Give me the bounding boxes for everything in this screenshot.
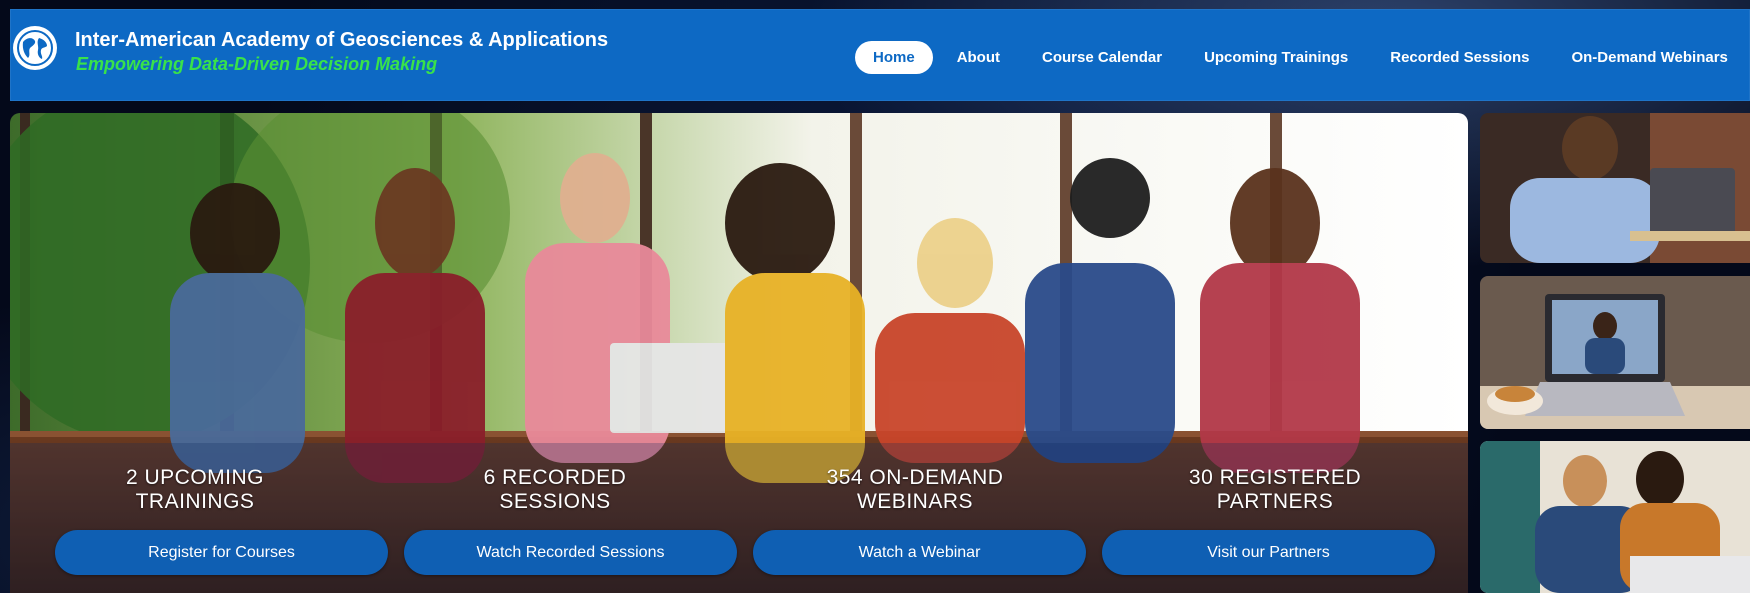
- stat-line: 6 RECORDED: [483, 466, 627, 489]
- stats-row: 2 UPCOMING TRAININGS 6 RECORDED SESSIONS…: [45, 466, 1425, 514]
- nav-upcoming-trainings[interactable]: Upcoming Trainings: [1204, 49, 1348, 66]
- thumbnail-student-laptop: [1480, 113, 1750, 263]
- stat-recorded-sessions: 6 RECORDED SESSIONS: [405, 466, 705, 514]
- nav-course-calendar[interactable]: Course Calendar: [1042, 49, 1162, 66]
- nav-on-demand-webinars[interactable]: On-Demand Webinars: [1571, 49, 1727, 66]
- stat-line: TRAININGS: [135, 490, 255, 513]
- stat-line: 2 UPCOMING: [125, 466, 264, 489]
- hero-photo: [10, 113, 1468, 593]
- stat-registered-partners: 30 REGISTERED PARTNERS: [1125, 466, 1425, 514]
- site-tagline: Empowering Data-Driven Decision Making: [76, 54, 438, 74]
- nav-recorded-sessions[interactable]: Recorded Sessions: [1390, 49, 1529, 66]
- hero-banner: 2 UPCOMING TRAININGS 6 RECORDED SESSIONS…: [10, 113, 1468, 593]
- nav-about[interactable]: About: [957, 49, 1000, 66]
- register-courses-button[interactable]: Register for Courses: [55, 530, 388, 575]
- stat-line: 30 REGISTERED: [1188, 466, 1362, 489]
- stat-line: WEBINARS: [856, 490, 973, 513]
- watch-webinar-button[interactable]: Watch a Webinar: [753, 530, 1086, 575]
- stat-on-demand-webinars: 354 ON-DEMAND WEBINARS: [765, 466, 1065, 514]
- site-title[interactable]: Inter-American Academy of Geosciences & …: [75, 29, 608, 52]
- stat-line: 354 ON-DEMAND: [826, 466, 1004, 489]
- site-header: Inter-American Academy of Geosciences & …: [10, 9, 1750, 101]
- stat-line: PARTNERS: [1216, 490, 1334, 513]
- thumbnail-video-call: [1480, 276, 1750, 429]
- watch-recorded-sessions-button[interactable]: Watch Recorded Sessions: [404, 530, 737, 575]
- globe-icon[interactable]: [13, 26, 57, 70]
- main-nav: Home About Course Calendar Upcoming Trai…: [855, 40, 1750, 74]
- visit-partners-button[interactable]: Visit our Partners: [1102, 530, 1435, 575]
- thumbnail-team-meeting: [1480, 441, 1750, 593]
- cta-row: Register for Courses Watch Recorded Sess…: [55, 530, 1435, 575]
- stat-line: SESSIONS: [499, 490, 611, 513]
- page: Inter-American Academy of Geosciences & …: [0, 0, 1750, 593]
- stat-upcoming-trainings: 2 UPCOMING TRAININGS: [45, 466, 345, 514]
- nav-home[interactable]: Home: [855, 40, 933, 74]
